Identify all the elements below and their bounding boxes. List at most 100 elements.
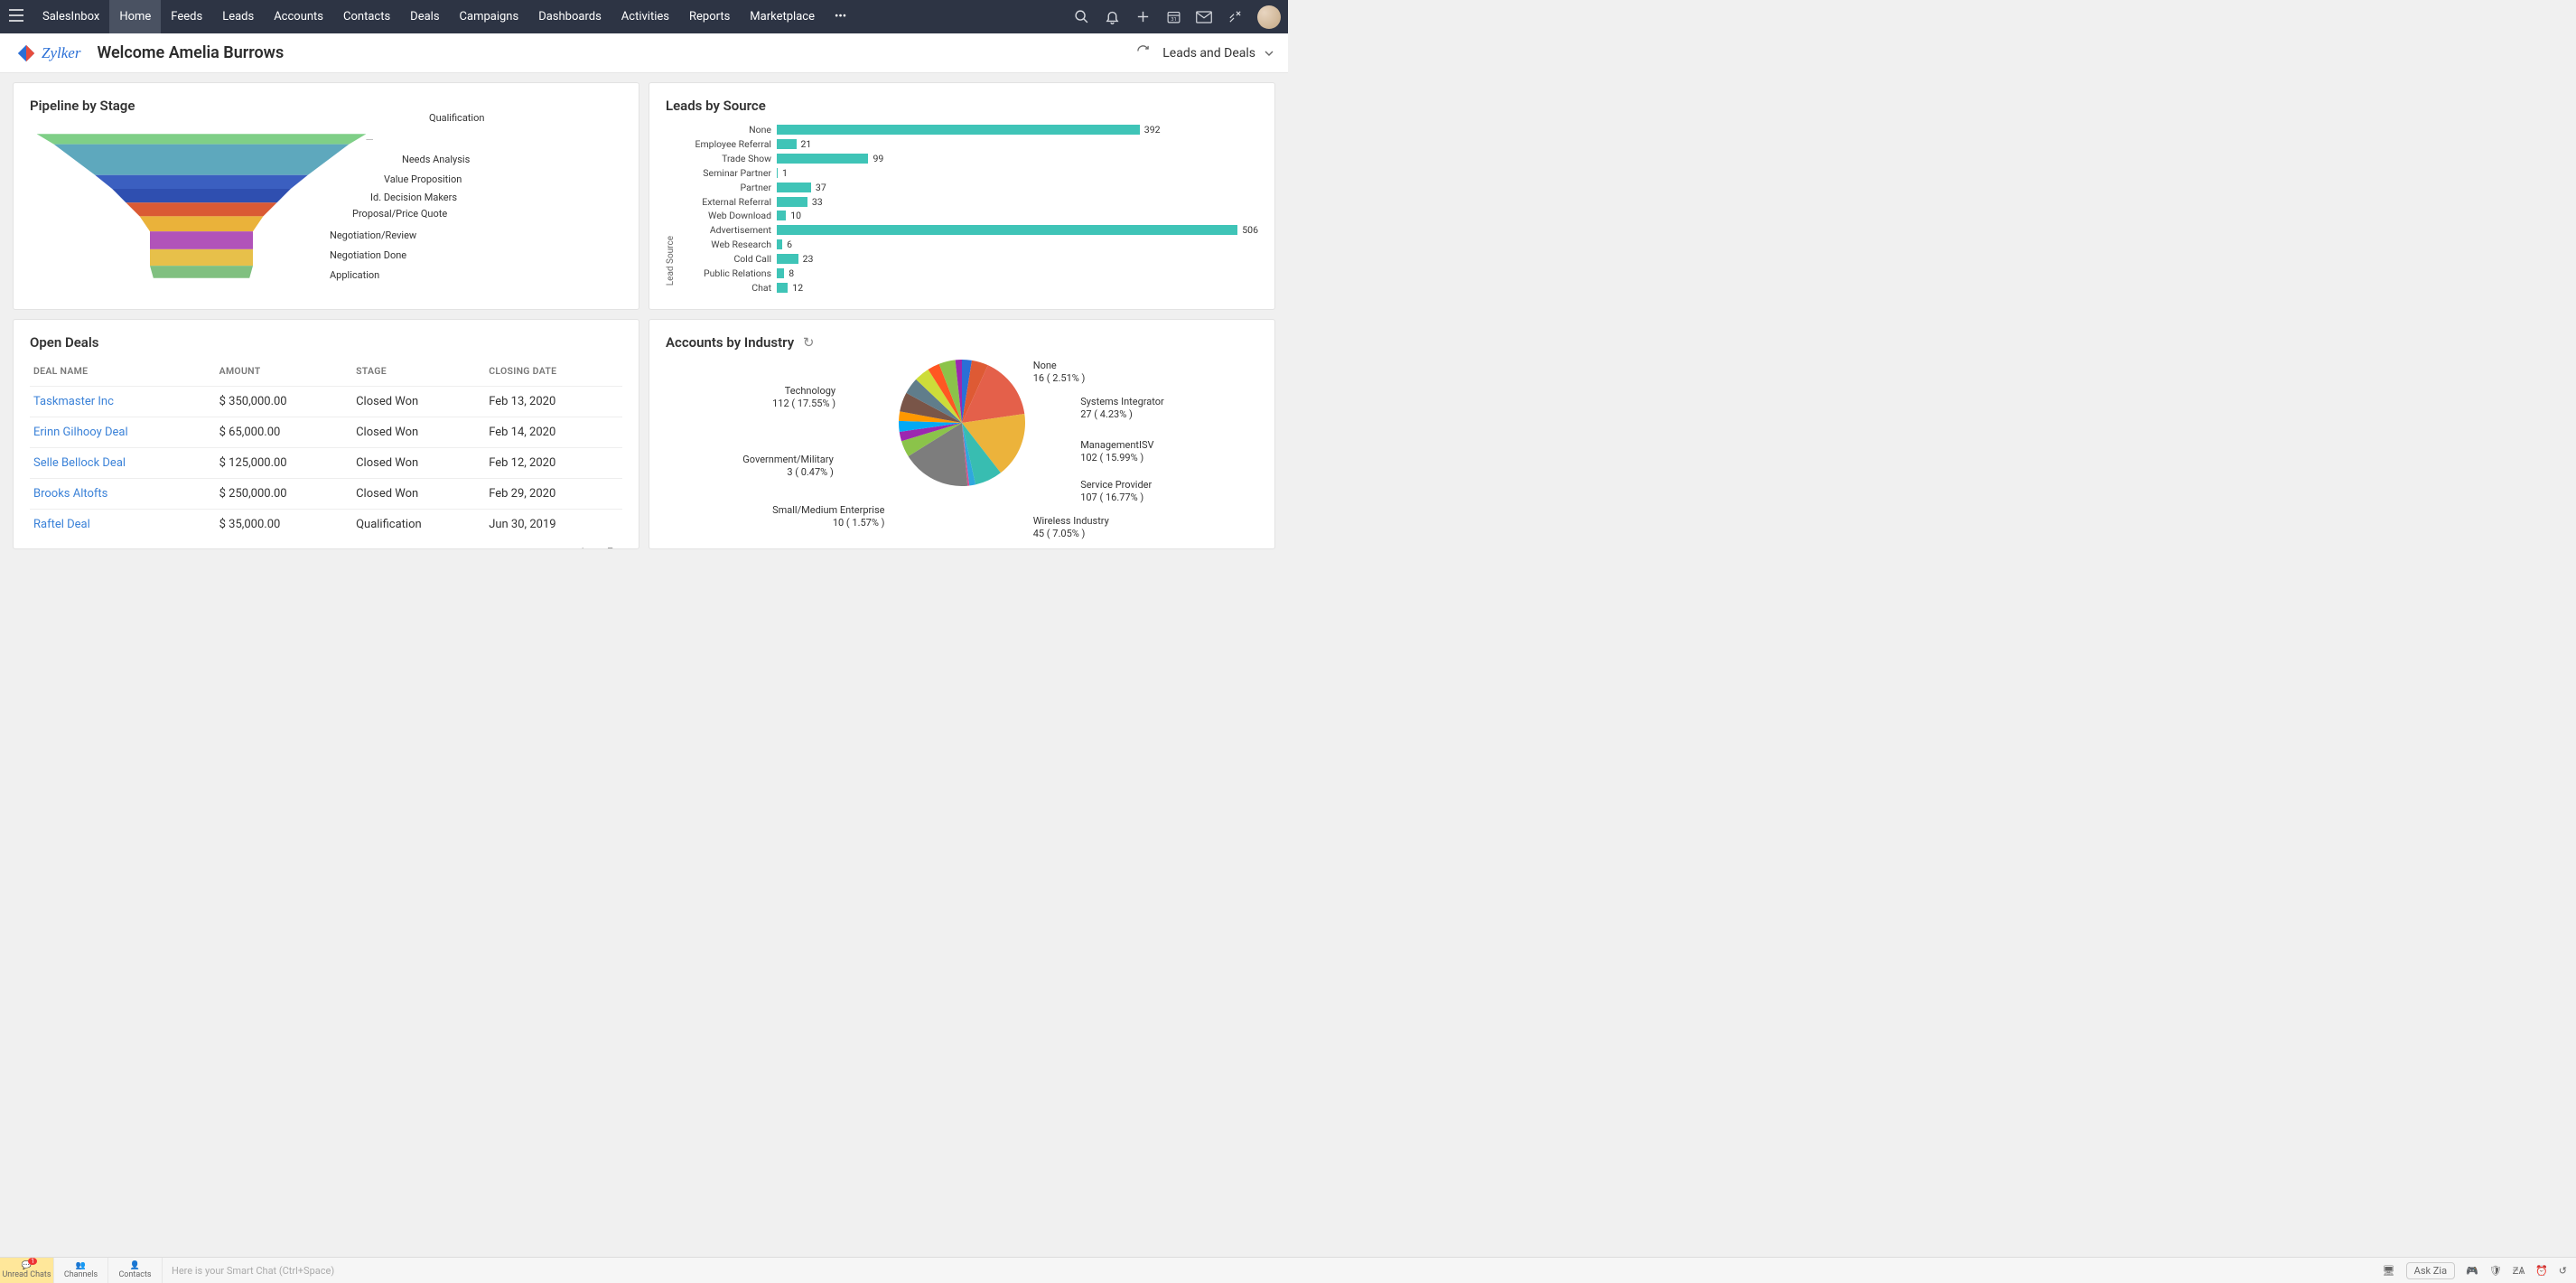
smart-chat-input[interactable]: Here is your Smart Chat (Ctrl+Space) [163,1265,1605,1277]
lead-bar[interactable] [777,239,782,249]
nav-home[interactable]: Home [109,0,161,33]
deal-amount: $ 65,000.00 [216,417,352,448]
lead-row: Advertisement506 [677,223,1258,237]
lead-bar[interactable] [777,283,788,293]
pie-label: Wireless Industry45 ( 7.05% ) [1033,515,1109,541]
lead-value: 8 [789,267,794,279]
calendar-icon[interactable]: 31 [1158,0,1189,33]
zia-icon[interactable]: ƵѦ [2513,1265,2525,1277]
pager-from: 1 [579,547,585,549]
avatar[interactable] [1257,5,1281,29]
sub-header: Zylker Welcome Amelia Burrows Leads and … [0,33,1288,73]
card-refresh-icon[interactable]: ↻ [803,334,815,351]
pager-to: 5 [607,547,613,549]
nav-campaigns[interactable]: Campaigns [450,0,529,33]
bottom-tab-contacts[interactable]: 👤Contacts [108,1258,163,1283]
deal-link[interactable]: Raftel Deal [33,518,90,531]
history-icon[interactable]: ↺ [2559,1265,2567,1277]
game-icon[interactable]: 🎮 [2466,1265,2478,1277]
deal-amount: $ 350,000.00 [216,387,352,417]
lead-category: Partner [677,182,777,193]
nav-deals[interactable]: Deals [400,0,449,33]
view-selector[interactable]: Leads and Deals [1162,46,1279,61]
lead-category: Trade Show [677,153,777,164]
deal-link[interactable]: Taskmaster Inc [33,395,114,408]
table-row: Erinn Gilhooy Deal$ 65,000.00Closed WonF… [30,417,622,448]
bottom-tab-channels[interactable]: 👥Channels [54,1258,108,1283]
lead-bar[interactable] [777,211,786,220]
deal-amount: $ 250,000.00 [216,479,352,510]
lead-bar[interactable] [777,197,807,207]
nav-marketplace[interactable]: Marketplace [740,0,825,33]
card-open-deals-title: Open Deals [30,334,622,351]
lead-bar[interactable] [777,183,811,192]
funnel-label: Needs Analysis [402,154,470,165]
nav-contacts[interactable]: Contacts [333,0,400,33]
deal-closing: Jun 30, 2019 [485,510,622,540]
nav-leads[interactable]: Leads [212,0,264,33]
pager-sep: to [591,547,602,549]
nav-activities[interactable]: Activities [611,0,679,33]
bottom-bar: 💬1 Unread Chats 👥Channels 👤Contacts Here… [0,1257,2576,1283]
pie-label: None16 ( 2.51% ) [1033,360,1086,386]
lead-category: Employee Referral [677,138,777,150]
pager-prev-icon[interactable]: ‹ [570,547,574,549]
deal-link[interactable]: Erinn Gilhooy Deal [33,426,128,439]
pager-next-icon[interactable]: › [619,547,622,549]
pie-label: Technology112 ( 17.55% ) [772,385,835,411]
nav-salesinbox[interactable]: SalesInbox [33,0,109,33]
lead-category: External Referral [677,196,777,208]
refresh-icon[interactable] [1136,44,1150,61]
lead-bar[interactable] [777,139,797,149]
shield-icon[interactable]: 🛡 [2489,1265,2502,1277]
view-selector-label: Leads and Deals [1162,46,1255,61]
deal-stage: Closed Won [352,387,485,417]
col-closing[interactable]: CLOSING DATE [485,360,622,387]
col-amount[interactable]: AMOUNT [216,360,352,387]
ask-zia-button[interactable]: Ask Zia [2406,1262,2455,1279]
deal-closing: Feb 13, 2020 [485,387,622,417]
card-pipeline: Pipeline by Stage Qualification Needs An… [13,82,639,310]
nav-accounts[interactable]: Accounts [264,0,333,33]
monitor-icon[interactable]: 🖥 [2383,1265,2395,1277]
pie-label: ManagementISV102 ( 15.99% ) [1080,439,1153,465]
funnel-label: Id. Decision Makers [370,192,457,203]
lead-bar[interactable] [777,254,798,264]
deal-link[interactable]: Selle Bellock Deal [33,456,126,470]
pie-label: Small/Medium Enterprise10 ( 1.57% ) [772,504,884,530]
lead-bar[interactable] [777,154,868,164]
deal-stage: Qualification [352,510,485,540]
lead-row: External Referral33 [677,195,1258,209]
lead-row: Public Relations8 [677,267,1258,280]
lead-bar[interactable] [777,225,1237,235]
lead-bar[interactable] [777,125,1140,135]
lead-bar[interactable] [777,168,778,178]
clock-icon[interactable]: ⏰ [2535,1265,2548,1277]
funnel-label: Value Proposition [384,173,462,185]
card-accounts: Accounts by Industry ↻ None16 ( 2.51% ) … [649,319,1275,549]
bell-icon[interactable] [1097,0,1127,33]
lead-value: 21 [801,138,812,150]
lead-value: 6 [787,239,792,250]
mail-icon[interactable] [1189,0,1219,33]
top-nav: SalesInbox Home Feeds Leads Accounts Con… [0,0,1288,33]
plus-icon[interactable] [1127,0,1158,33]
col-stage[interactable]: STAGE [352,360,485,387]
hamburger-icon[interactable] [0,9,33,25]
lead-row: Cold Call23 [677,252,1258,266]
nav-feeds[interactable]: Feeds [161,0,212,33]
deal-link[interactable]: Brooks Altofts [33,487,107,501]
lead-row: Partner37 [677,181,1258,194]
bottom-tab-unread[interactable]: 💬1 Unread Chats [0,1258,54,1283]
tools-icon[interactable] [1219,0,1250,33]
deal-closing: Feb 14, 2020 [485,417,622,448]
nav-more-icon[interactable]: ••• [825,0,856,33]
nav-reports[interactable]: Reports [679,0,740,33]
deal-closing: Feb 29, 2020 [485,479,622,510]
col-deal-name[interactable]: DEAL NAME [30,360,216,387]
brand-logo-icon [16,43,36,63]
lead-value: 1 [782,167,788,179]
lead-bar[interactable] [777,268,784,278]
nav-dashboards[interactable]: Dashboards [528,0,611,33]
search-icon[interactable] [1066,0,1097,33]
